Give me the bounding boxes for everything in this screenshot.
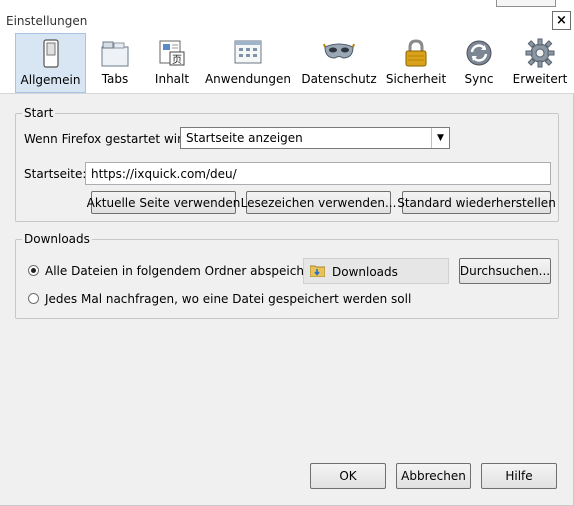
close-button[interactable]: × [552, 11, 571, 30]
use-current-page-button[interactable]: Aktuelle Seite verwenden [87, 191, 240, 214]
startup-select[interactable]: Startseite anzeigen ▼ [180, 127, 450, 149]
tab-inhalt[interactable]: 页 Inhalt [150, 33, 194, 91]
radio-save-label: Alle Dateien in folgendem Ordner abspeic… [45, 264, 328, 278]
browse-button[interactable]: Durchsuchen... [459, 258, 551, 284]
radio-always-ask[interactable] [28, 293, 39, 304]
tab-sync[interactable]: Sync [459, 33, 499, 91]
close-icon: × [556, 13, 567, 28]
homepage-input-value: https://ixquick.com/deu/ [91, 167, 237, 181]
tab-label: Tabs [101, 72, 129, 86]
startup-select-value: Startseite anzeigen [186, 131, 303, 145]
chevron-down-icon: ▼ [431, 128, 449, 148]
tab-label: Erweitert [512, 72, 568, 86]
sync-icon [463, 38, 495, 68]
preferences-toolbar: Allgemein Tabs 页 Inhalt Anwendungen Date… [0, 33, 574, 94]
tab-erweitert[interactable]: Erweitert [512, 33, 568, 91]
ok-button[interactable]: OK [310, 463, 386, 489]
cancel-button[interactable]: Abbrechen [396, 463, 471, 489]
download-folder-field: Downloads [303, 258, 449, 284]
startup-label: Wenn Firefox gestartet wird: [24, 132, 194, 146]
download-folder-value: Downloads [332, 265, 398, 279]
tab-datenschutz[interactable]: Datenschutz [301, 33, 377, 91]
homepage-label: Startseite: [24, 167, 87, 181]
homepage-input[interactable]: https://ixquick.com/deu/ [85, 162, 551, 185]
gear-icon [524, 38, 556, 68]
tab-sicherheit[interactable]: Sicherheit [386, 33, 446, 91]
downloads-group-title: Downloads [22, 232, 92, 246]
switch-icon [35, 39, 67, 69]
content-icon: 页 [156, 38, 188, 68]
background-window-fragment [496, 0, 556, 7]
tab-tabs[interactable]: Tabs [94, 33, 136, 91]
use-bookmark-button[interactable]: Lesezeichen verwenden... [241, 191, 396, 214]
applications-icon [232, 38, 264, 68]
tab-allgemein[interactable]: Allgemein [15, 33, 86, 93]
radio-ask-label: Jedes Mal nachfragen, wo eine Datei gesp… [45, 292, 412, 306]
folder-icon [309, 264, 326, 278]
tab-label: Datenschutz [301, 72, 377, 86]
tab-label: Sync [464, 72, 494, 86]
mask-icon [323, 38, 355, 68]
title-bar: Einstellungen × [0, 9, 574, 33]
tab-label: Sicherheit [385, 72, 447, 86]
restore-default-button[interactable]: Standard wiederherstellen [397, 191, 556, 214]
window-title: Einstellungen [6, 14, 88, 28]
tabs-icon [99, 38, 131, 68]
lock-icon [400, 38, 432, 68]
background-strip [0, 0, 574, 9]
help-button[interactable]: Hilfe [481, 463, 557, 489]
start-group-title: Start [22, 106, 56, 120]
tab-label: Inhalt [154, 72, 190, 86]
radio-save-to-folder[interactable] [28, 265, 39, 276]
tab-label: Allgemein [20, 73, 81, 87]
svg-text:页: 页 [172, 54, 182, 66]
tab-anwendungen[interactable]: Anwendungen [205, 33, 291, 91]
tab-label: Anwendungen [204, 72, 292, 86]
